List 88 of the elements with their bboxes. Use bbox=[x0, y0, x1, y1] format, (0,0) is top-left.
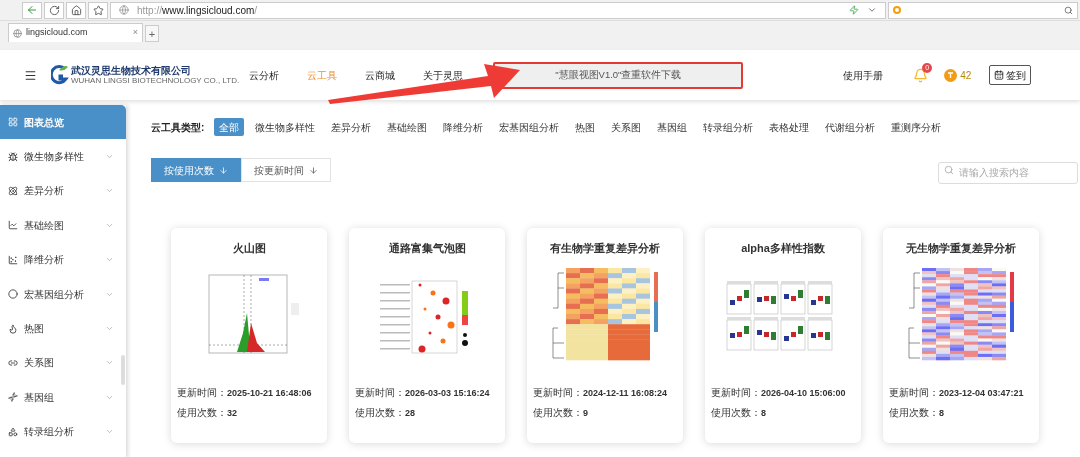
nav-link[interactable]: 云分析 bbox=[249, 67, 280, 83]
tool-card[interactable]: 有生物学重复差异分析 更新时间：2024-12-11 16:08:24 使用次数：9 bbox=[527, 228, 683, 443]
category-tab[interactable]: 关系图 bbox=[606, 118, 647, 136]
new-tab-button[interactable]: + bbox=[145, 25, 159, 42]
announcement-text: "慧眼视图V1.0"查重软件下载 bbox=[555, 67, 682, 82]
category-tab[interactable]: 热图 bbox=[570, 118, 601, 136]
bell-icon[interactable] bbox=[913, 67, 929, 83]
card-title: 无生物学重复差异分析 bbox=[906, 241, 1016, 256]
usage-count: 使用次数：9 bbox=[533, 406, 589, 420]
address-bar[interactable]: http://www.lingsicloud.com/ bbox=[110, 1, 886, 19]
down-arrow-icon bbox=[219, 165, 228, 175]
usage-count: 使用次数：32 bbox=[177, 406, 238, 420]
globe-icon bbox=[13, 28, 22, 38]
sidebar-item[interactable]: 差异分析 bbox=[0, 173, 126, 209]
coin-icon bbox=[944, 68, 958, 82]
category-tab[interactable]: 重测序分析 bbox=[886, 118, 947, 136]
category-tab[interactable]: 降维分析 bbox=[438, 118, 489, 136]
scatter-icon bbox=[8, 254, 18, 265]
announcement-bar[interactable]: "慧眼视图V1.0"查重软件下载 bbox=[493, 61, 744, 89]
usage-count: 使用次数：8 bbox=[889, 406, 945, 420]
flame-icon bbox=[8, 323, 18, 334]
reload-button[interactable] bbox=[44, 1, 64, 19]
search-icon bbox=[1064, 5, 1073, 15]
card-title: 有生物学重复差异分析 bbox=[550, 241, 660, 256]
usage-count: 使用次数：8 bbox=[711, 406, 767, 420]
category-tab[interactable]: 微生物多样性 bbox=[250, 118, 321, 136]
tool-card[interactable]: 无生物学重复差异分析 更新时间：2023-12-04 03:47:21 使用次数：8 bbox=[883, 228, 1039, 443]
coin-count: 42 bbox=[960, 68, 972, 83]
tool-card[interactable]: 火山图 更新时间：2025-10-21 16:48:06 使用次数：32 bbox=[171, 228, 327, 443]
search-engine-icon bbox=[893, 6, 901, 14]
company-logo-icon bbox=[51, 65, 69, 85]
shapes-icon bbox=[8, 426, 18, 437]
sidebar-item[interactable]: 降维分析 bbox=[0, 242, 126, 277]
sidebar-item[interactable]: 微生物多样性 bbox=[0, 139, 126, 174]
checkin-button[interactable]: 签到 bbox=[989, 65, 1032, 85]
filter-label: 云工具类型: bbox=[151, 120, 205, 135]
dna-icon bbox=[8, 392, 18, 403]
card-title: alpha多样性指数 bbox=[741, 241, 825, 256]
grid-icon bbox=[8, 117, 18, 128]
update-time: 更新时间：2025-10-21 16:48:06 bbox=[177, 385, 312, 400]
dropdown-icon[interactable] bbox=[867, 5, 877, 15]
update-time: 更新时间：2024-12-11 16:08:24 bbox=[533, 385, 668, 400]
bug-icon bbox=[8, 151, 18, 162]
atom-icon bbox=[8, 185, 18, 196]
menu-icon[interactable] bbox=[24, 68, 37, 82]
company-name: 武汉灵思生物技术有限公司 bbox=[71, 65, 191, 76]
category-tab[interactable]: 差异分析 bbox=[326, 118, 377, 136]
manual-link[interactable]: 使用手册 bbox=[843, 67, 884, 83]
update-time: 更新时间：2026-03-03 15:16:24 bbox=[355, 385, 490, 400]
sidebar-item[interactable]: 热图 bbox=[0, 311, 126, 346]
company-english-name: WUHAN LINGSI BIOTECHNOLOGY CO., LTD. bbox=[71, 76, 240, 85]
category-tab[interactable]: 转录组分析 bbox=[698, 118, 759, 136]
sidebar-item[interactable]: 基因组 bbox=[0, 380, 126, 415]
category-tab[interactable]: 宏基因组分析 bbox=[494, 118, 565, 136]
tool-card[interactable]: 通路富集气泡图 更新时间：2026-03-03 15:16:24 使用次数：28 bbox=[349, 228, 505, 443]
back-button[interactable] bbox=[22, 1, 42, 19]
card-title: 通路富集气泡图 bbox=[388, 241, 466, 256]
browser-tab[interactable]: lingsicloud.com × bbox=[8, 23, 143, 42]
calendar-icon bbox=[994, 70, 1005, 80]
site-icon bbox=[119, 5, 129, 15]
update-time: 更新时间：2026-04-10 15:06:00 bbox=[711, 385, 846, 400]
tab-title: lingsicloud.com bbox=[26, 26, 89, 40]
search-icon bbox=[944, 165, 954, 175]
card-title: 火山图 bbox=[232, 241, 266, 256]
nav-link[interactable]: 关于灵思 bbox=[423, 67, 464, 83]
back-arrow-icon bbox=[26, 4, 38, 16]
tool-card[interactable]: alpha多样性指数 更新时间：2026-04-10 15:06:00 使用次数：8 bbox=[705, 228, 861, 443]
sidebar-item[interactable]: 转录组分析 bbox=[0, 414, 126, 449]
sidebar-item[interactable]: 关系图 bbox=[0, 345, 126, 381]
tab-close-button[interactable]: × bbox=[132, 26, 138, 40]
sidebar-item[interactable]: 基础绘图 bbox=[0, 208, 126, 243]
update-time: 更新时间：2023-12-04 03:47:21 bbox=[889, 385, 1024, 400]
down-arrow-icon bbox=[309, 165, 318, 175]
category-tab[interactable]: 基因组 bbox=[652, 118, 693, 136]
url-text: http://www.lingsicloud.com/ bbox=[137, 3, 259, 18]
search-field[interactable]: 请输入搜索内容 bbox=[938, 161, 1078, 184]
category-tab[interactable]: 代谢组分析 bbox=[820, 118, 881, 136]
line-chart-icon bbox=[8, 220, 18, 231]
sort-button[interactable]: 按更新时间 bbox=[241, 158, 331, 182]
usage-count: 使用次数：28 bbox=[355, 406, 416, 420]
link-icon bbox=[8, 357, 18, 368]
category-tab[interactable]: 基础绘图 bbox=[382, 118, 433, 136]
nav-link[interactable]: 云商城 bbox=[365, 67, 396, 83]
home-button[interactable] bbox=[66, 1, 86, 19]
sidebar-item[interactable]: 宏基因组分析 bbox=[0, 276, 126, 312]
bookmark-button[interactable] bbox=[88, 1, 108, 19]
category-tab[interactable]: 表格处理 bbox=[764, 118, 815, 136]
lightning-icon bbox=[849, 5, 859, 15]
